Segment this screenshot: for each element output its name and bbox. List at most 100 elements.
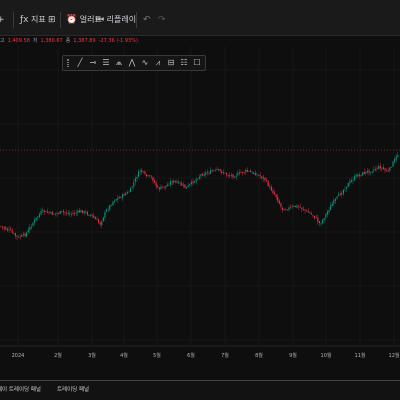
top-toolbar: + ƒx 지표 ⊞ ⏰ 얼러트 ⏮ 리플레이 ↶ ↷ bbox=[0, 0, 400, 36]
candle-body bbox=[77, 210, 79, 213]
candle-body bbox=[322, 219, 324, 223]
candle-body bbox=[365, 171, 367, 174]
candle-body bbox=[179, 182, 181, 184]
candle-body bbox=[259, 175, 261, 177]
candle-body bbox=[298, 205, 300, 207]
long-position-icon[interactable]: ⊟ bbox=[166, 57, 176, 69]
candle-body bbox=[80, 210, 82, 213]
ohlc-change-value: -27.36 (-1.93%) bbox=[98, 38, 138, 44]
candle-body bbox=[190, 181, 192, 185]
candle-body bbox=[221, 171, 223, 173]
ohlc-close-label: 종 bbox=[65, 38, 71, 44]
candle-body bbox=[202, 173, 204, 176]
candle-body bbox=[186, 186, 188, 189]
candle-body bbox=[389, 167, 391, 171]
candle-body bbox=[299, 207, 301, 208]
candle-body bbox=[173, 180, 175, 183]
candle-body bbox=[266, 180, 268, 181]
candle-body bbox=[339, 193, 341, 195]
candle-body bbox=[125, 193, 127, 195]
candle-body bbox=[230, 175, 232, 176]
candle-body bbox=[390, 166, 392, 168]
candle-body bbox=[245, 169, 247, 172]
price-chart[interactable]: 2024 2월 3월 4월 5월 6월 7월 8월 9월 10월 11월 12월 bbox=[0, 46, 400, 380]
candle-body bbox=[370, 172, 372, 173]
candle-body bbox=[355, 174, 357, 177]
candle-body bbox=[133, 182, 135, 187]
text-note-icon[interactable]: ☷ bbox=[179, 57, 189, 69]
candle-body bbox=[176, 181, 178, 183]
candle-body bbox=[334, 198, 336, 201]
candle-body bbox=[320, 223, 322, 225]
candle-body bbox=[114, 200, 116, 202]
layout-templates-icon[interactable]: ⊞ bbox=[48, 12, 56, 28]
candle-body bbox=[30, 226, 32, 228]
candle-body bbox=[181, 183, 183, 186]
candle-body bbox=[229, 175, 231, 176]
candle-body bbox=[309, 212, 311, 214]
candle-body bbox=[317, 217, 319, 222]
ohlc-close-value: 1,387.89 bbox=[73, 38, 96, 44]
x-tick-label: 5월 bbox=[153, 352, 161, 359]
candle-body bbox=[118, 197, 120, 199]
candle-body bbox=[357, 174, 359, 177]
candle-body bbox=[198, 176, 200, 179]
elliott-wave-icon[interactable]: ∿ bbox=[140, 57, 150, 69]
candle-body bbox=[274, 192, 276, 195]
candle-body bbox=[6, 228, 8, 231]
horizontal-ray-icon[interactable]: ⊸ bbox=[88, 57, 98, 69]
candle-body bbox=[83, 211, 85, 213]
pitchfork-icon[interactable]: ⩕ bbox=[114, 57, 124, 69]
candle-body bbox=[302, 209, 304, 210]
candle-body bbox=[275, 194, 277, 198]
candle-body bbox=[318, 221, 320, 223]
candle-body bbox=[38, 214, 40, 217]
projection-icon[interactable]: ⩘ bbox=[153, 57, 163, 69]
candle-body bbox=[224, 172, 226, 174]
candle-body bbox=[35, 217, 37, 221]
candle-body bbox=[342, 189, 344, 194]
tab-trading-panel-2[interactable]: 트레이딩 패널 bbox=[57, 385, 89, 395]
fib-retracement-icon[interactable]: ☰ bbox=[101, 57, 111, 69]
replay-label: 리플레이 bbox=[106, 15, 137, 24]
candle-body bbox=[54, 213, 56, 214]
ohlc-low-value: 1,380.67 bbox=[40, 38, 63, 44]
add-symbol-icon[interactable]: + bbox=[0, 12, 5, 28]
drag-handle-icon[interactable] bbox=[67, 59, 69, 67]
candle-body bbox=[46, 211, 48, 213]
x-tick-label: 2024 bbox=[12, 353, 25, 359]
candle-body bbox=[85, 211, 87, 213]
candle-body bbox=[32, 222, 34, 226]
redo-icon[interactable]: ↷ bbox=[158, 12, 166, 28]
candle-body bbox=[0, 226, 2, 227]
candle-body bbox=[395, 156, 397, 160]
rectangle-icon[interactable]: ☐ bbox=[192, 57, 202, 69]
candle-body bbox=[51, 211, 53, 215]
candle-body bbox=[126, 191, 128, 194]
candle-body bbox=[101, 221, 103, 225]
candle-body bbox=[373, 169, 375, 171]
candle-body bbox=[248, 171, 250, 172]
candle-body bbox=[314, 216, 316, 218]
candle-body bbox=[141, 170, 143, 173]
pattern-icon[interactable]: ⋀ bbox=[127, 57, 137, 69]
candle-body bbox=[134, 178, 136, 182]
replay-button[interactable]: ⏮ 리플레이 bbox=[96, 12, 136, 28]
candle-body bbox=[330, 205, 332, 210]
candle-body bbox=[18, 236, 20, 238]
undo-icon[interactable]: ↶ bbox=[143, 12, 151, 28]
candle-body bbox=[88, 214, 90, 216]
candle-body bbox=[269, 185, 271, 187]
indicators-button[interactable]: ƒx 지표 bbox=[20, 12, 46, 28]
candle-body bbox=[144, 171, 146, 174]
candle-body bbox=[149, 175, 151, 177]
tab-trading-panel-1[interactable]: 레이 트레이딩 패널 bbox=[0, 385, 41, 395]
candle-body bbox=[96, 219, 98, 221]
candle-body bbox=[130, 188, 132, 192]
candle-body bbox=[261, 176, 263, 178]
trend-line-icon[interactable]: ╱ bbox=[75, 57, 85, 69]
candle-body bbox=[53, 214, 55, 215]
candle-body bbox=[347, 183, 349, 188]
candle-body bbox=[277, 196, 279, 202]
candle-body bbox=[294, 205, 296, 207]
